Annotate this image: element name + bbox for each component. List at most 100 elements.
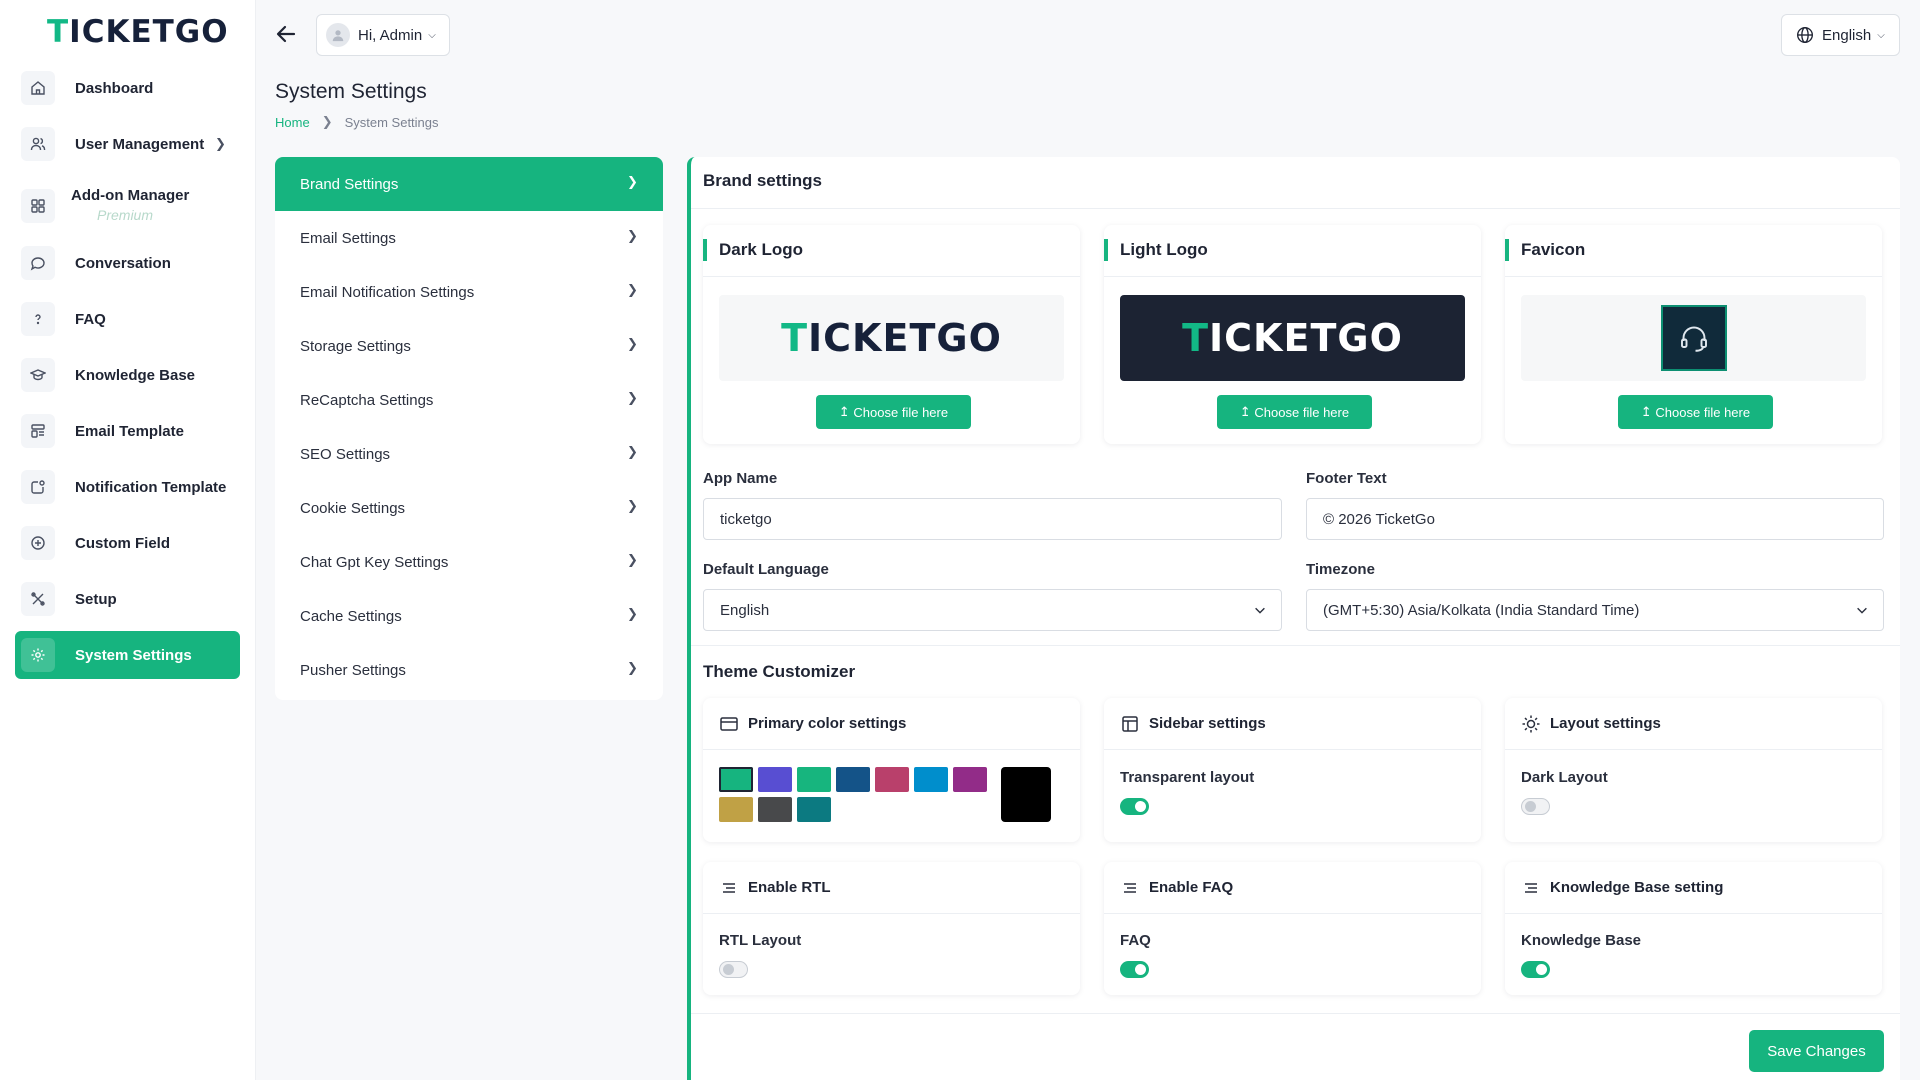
chevron-right-icon: ❯: [627, 606, 638, 621]
sun-icon: [1522, 715, 1540, 732]
menu-cookie-settings[interactable]: Cookie Settings ❯: [275, 481, 663, 535]
color-swatch-magenta[interactable]: [953, 767, 987, 792]
default-language-label: Default Language: [703, 561, 829, 578]
color-swatch-navy[interactable]: [836, 767, 870, 792]
menu-email-notification-settings[interactable]: Email Notification Settings ❯: [275, 265, 663, 319]
chevron-down-icon: ⌵: [1877, 29, 1885, 41]
knowledge-base-toggle[interactable]: [1521, 961, 1550, 978]
faq-toggle[interactable]: [1120, 961, 1149, 978]
chevron-right-icon: ❯: [627, 228, 638, 243]
primary-color-card: Primary color settings: [703, 698, 1080, 842]
breadcrumb-home-link[interactable]: Home: [275, 115, 310, 130]
chevron-right-icon: ❯: [215, 136, 226, 151]
color-swatch-pink[interactable]: [875, 767, 909, 792]
layout-settings-card: Layout settings Dark Layout: [1505, 698, 1882, 842]
sidebar-settings-card: Sidebar settings Transparent layout: [1104, 698, 1481, 842]
grid-icon: [21, 189, 55, 223]
dark-logo-card: Dark Logo T ICKETGO ↥ Choose file here: [703, 225, 1080, 444]
menu-chatgpt-key-settings[interactable]: Chat Gpt Key Settings ❯: [275, 535, 663, 589]
back-arrow-icon[interactable]: [274, 22, 298, 46]
menu-storage-settings[interactable]: Storage Settings ❯: [275, 319, 663, 373]
custom-color-picker[interactable]: [1001, 767, 1051, 822]
tools-icon: [21, 582, 55, 616]
dark-layout-label: Dark Layout: [1521, 769, 1608, 786]
chevron-right-icon: ❯: [627, 174, 638, 189]
chevron-down-icon: [1857, 607, 1867, 614]
color-swatch-green[interactable]: [719, 767, 753, 792]
light-logo-card: Light Logo T ICKETGO ↥ Choose file here: [1104, 225, 1481, 444]
favicon-preview: [1521, 295, 1866, 381]
credit-card-icon: [720, 716, 738, 731]
globe-icon: [1797, 27, 1813, 43]
knowledge-base-card: Knowledge Base setting Knowledge Base: [1505, 862, 1882, 995]
premium-badge: Premium: [97, 207, 154, 223]
save-changes-button[interactable]: Save Changes: [1749, 1030, 1884, 1072]
light-logo-upload-button[interactable]: ↥ Choose file here: [1217, 395, 1372, 429]
upload-icon: ↥: [1239, 404, 1255, 419]
sidebar-item-email-template[interactable]: Email Template: [15, 407, 240, 455]
user-menu-button[interactable]: Hi, Admin ⌵: [316, 14, 450, 56]
menu-cache-settings[interactable]: Cache Settings ❯: [275, 589, 663, 643]
favicon-card: Favicon ↥ Choose file here: [1505, 225, 1882, 444]
menu-brand-settings[interactable]: Brand Settings ❯: [275, 157, 663, 211]
plus-circle-icon: [21, 526, 55, 560]
chevron-down-icon: [1255, 607, 1265, 614]
favicon-upload-button[interactable]: ↥ Choose file here: [1618, 395, 1773, 429]
light-logo-preview: T ICKETGO: [1120, 295, 1465, 381]
menu-email-settings[interactable]: Email Settings ❯: [275, 211, 663, 265]
users-icon: [21, 127, 55, 161]
chevron-right-icon: ❯: [627, 552, 638, 567]
template-icon: [21, 414, 55, 448]
color-swatch-blue[interactable]: [914, 767, 948, 792]
menu-recaptcha-settings[interactable]: ReCaptcha Settings ❯: [275, 373, 663, 427]
sidebar-item-faq[interactable]: FAQ: [15, 295, 240, 343]
notification-icon: [21, 470, 55, 504]
graduation-cap-icon: [21, 358, 55, 392]
color-swatch-teal[interactable]: [797, 797, 831, 822]
sidebar-item-notification-template[interactable]: Notification Template: [15, 463, 240, 511]
breadcrumb: Home ❯ System Settings: [275, 114, 439, 130]
settings-menu: Brand Settings ❯ Email Settings ❯ Email No…: [275, 157, 663, 700]
timezone-select[interactable]: (GMT+5:30) Asia/Kolkata (India Standard …: [1306, 589, 1884, 631]
sidebar-item-knowledge-base[interactable]: Knowledge Base: [15, 351, 240, 399]
sidebar-item-user-management[interactable]: User Management ❯: [15, 120, 240, 168]
color-swatch-purple[interactable]: [758, 767, 792, 792]
transparent-layout-label: Transparent layout: [1120, 769, 1255, 786]
color-swatch-emerald[interactable]: [797, 767, 831, 792]
align-right-icon: [1124, 882, 1136, 893]
app-logo[interactable]: TICKETGO: [47, 14, 229, 50]
page-title: System Settings: [275, 80, 427, 103]
align-right-icon: [723, 882, 735, 893]
menu-pusher-settings[interactable]: Pusher Settings ❯: [275, 643, 663, 697]
panel-title: Brand settings: [703, 171, 823, 190]
footer-text-label: Footer Text: [1306, 470, 1387, 487]
chevron-right-icon: ❯: [627, 282, 638, 297]
sidebar-item-conversation[interactable]: Conversation: [15, 239, 240, 287]
sidebar-item-system-settings[interactable]: System Settings: [15, 631, 240, 679]
transparent-layout-toggle[interactable]: [1120, 798, 1149, 815]
app-name-input[interactable]: ticketgo: [703, 498, 1282, 540]
sidebar-item-dashboard[interactable]: Dashboard: [15, 64, 240, 112]
upload-icon: ↥: [1640, 404, 1656, 419]
color-swatch-gray[interactable]: [758, 797, 792, 822]
language-selector[interactable]: English ⌵: [1781, 14, 1900, 56]
sidebar-item-custom-field[interactable]: Custom Field: [15, 519, 240, 567]
default-language-select[interactable]: English: [703, 589, 1282, 631]
rtl-layout-toggle[interactable]: [719, 961, 748, 978]
breadcrumb-current: System Settings: [344, 114, 439, 130]
footer-text-input[interactable]: © 2026 TicketGo: [1306, 498, 1884, 540]
gear-icon: [21, 638, 55, 672]
dark-logo-upload-button[interactable]: ↥ Choose file here: [816, 395, 971, 429]
chevron-right-icon: ❯: [321, 114, 333, 129]
color-swatch-gold[interactable]: [719, 797, 753, 822]
menu-seo-settings[interactable]: SEO Settings ❯: [275, 427, 663, 481]
chevron-right-icon: ❯: [627, 444, 638, 459]
faq-label: FAQ: [1120, 932, 1151, 949]
dark-layout-toggle[interactable]: [1521, 798, 1550, 815]
chevron-right-icon: ❯: [627, 336, 638, 351]
divider: [691, 208, 1900, 209]
sidebar-item-setup[interactable]: Setup: [15, 575, 240, 623]
chevron-right-icon: ❯: [627, 390, 638, 405]
faq-card: Enable FAQ FAQ: [1104, 862, 1481, 995]
divider: [691, 1013, 1900, 1014]
